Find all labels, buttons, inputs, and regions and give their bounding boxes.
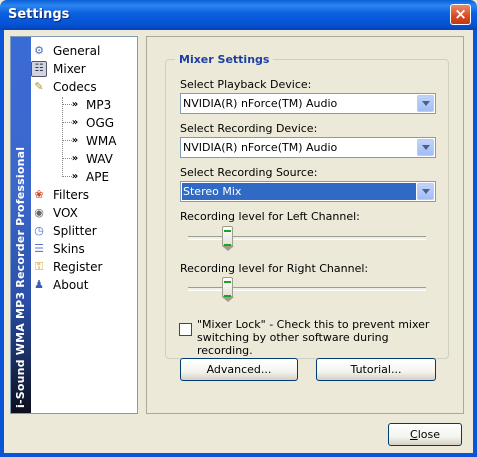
sidebar-item-filters[interactable]: ❀ Filters xyxy=(31,186,89,203)
group-title: Mixer Settings xyxy=(175,53,274,66)
advanced-button[interactable]: Advanced... xyxy=(180,358,298,381)
recording-source-select[interactable]: Stereo Mix xyxy=(180,181,436,202)
arrow-right-icon: » xyxy=(71,117,79,128)
tutorial-button[interactable]: Tutorial... xyxy=(316,358,436,381)
sidebar-item-label: OGG xyxy=(86,115,115,130)
right-channel-slider-thumb[interactable] xyxy=(222,277,234,297)
sidebar-item-ape[interactable]: » APE xyxy=(68,168,109,185)
sidebar-item-label: Mixer xyxy=(53,61,86,76)
chevron-down-icon[interactable] xyxy=(417,139,434,156)
sidebar-item-about[interactable]: ♟ About xyxy=(31,276,88,293)
title-bar: Settings × xyxy=(0,0,477,30)
sidebar-item-label: APE xyxy=(86,169,110,184)
slider-thumb-tip xyxy=(221,246,234,251)
sidebar-item-label: WMA xyxy=(86,133,117,148)
slider-thumb-tip xyxy=(221,297,234,302)
sidebar-item-label: Splitter xyxy=(53,223,97,238)
mixer-lock-checkbox[interactable] xyxy=(179,323,192,336)
recording-device-label: Select Recording Device: xyxy=(180,122,318,135)
sidebar-item-codecs[interactable]: ✎ Codecs xyxy=(31,78,97,95)
codecs-icon: ✎ xyxy=(34,80,44,93)
sidebar-item-label: General xyxy=(53,43,101,58)
sidebar-item-label: Register xyxy=(53,259,103,274)
arrow-right-icon: » xyxy=(71,99,79,110)
window-title: Settings xyxy=(8,7,70,22)
sidebar-item-mp3[interactable]: » MP3 xyxy=(68,96,111,113)
window-close-button[interactable]: × xyxy=(450,4,471,25)
product-banner: i-Sound WMA MP3 Recorder Professional xyxy=(11,37,31,413)
window-frame-bottom xyxy=(0,453,477,457)
people-icon: ♟ xyxy=(34,278,44,291)
left-channel-label: Recording level for Left Channel: xyxy=(180,210,360,223)
sidebar-item-wma[interactable]: » WMA xyxy=(68,132,117,149)
recording-device-select[interactable]: NVIDIA(R) nForce(TM) Audio xyxy=(180,137,436,158)
sidebar-item-label: WAV xyxy=(86,151,113,166)
left-channel-slider-thumb[interactable] xyxy=(222,226,234,246)
filters-icon: ❀ xyxy=(34,188,44,201)
sidebar-item-splitter[interactable]: ◷ Splitter xyxy=(31,222,97,239)
mixer-lock-label: "Mixer Lock" - Check this to prevent mix… xyxy=(197,318,430,357)
playback-device-select[interactable]: NVIDIA(R) nForce(TM) Audio xyxy=(180,93,436,114)
window-frame-left xyxy=(0,30,4,457)
sidebar-item-label: Filters xyxy=(53,187,89,202)
recording-source-value: Stereo Mix xyxy=(183,185,242,198)
sidebar-item-vox[interactable]: ◉ VOX xyxy=(31,204,78,221)
close-button[interactable]: Close xyxy=(388,423,462,446)
vox-icon: ◉ xyxy=(34,206,44,219)
window-frame-right xyxy=(473,30,477,457)
sidebar-item-skins[interactable]: ☰ Skins xyxy=(31,240,85,257)
playback-device-label: Select Playback Device: xyxy=(180,78,312,91)
arrow-right-icon: » xyxy=(71,171,79,182)
sidebar-item-register[interactable]: ⚿ Register xyxy=(31,258,103,275)
product-banner-text: i-Sound WMA MP3 Recorder Professional xyxy=(14,146,27,408)
sidebar-item-wav[interactable]: » WAV xyxy=(68,150,113,167)
arrow-right-icon: » xyxy=(71,153,79,164)
skins-icon: ☰ xyxy=(34,242,44,255)
arrow-right-icon: » xyxy=(71,135,79,146)
tree-connector xyxy=(62,97,63,177)
sidebar-item-label: About xyxy=(53,277,89,292)
playback-device-value: NVIDIA(R) nForce(TM) Audio xyxy=(183,97,338,110)
sidebar-item-mixer[interactable]: ☷ Mixer xyxy=(31,60,86,77)
splitter-icon: ◷ xyxy=(34,224,44,237)
right-channel-label: Recording level for Right Channel: xyxy=(180,262,369,275)
recording-source-label: Select Recording Source: xyxy=(180,166,318,179)
sidebar-item-general[interactable]: ⚙ General xyxy=(31,42,100,59)
chevron-down-icon[interactable] xyxy=(417,183,434,200)
sidebar-item-ogg[interactable]: » OGG xyxy=(68,114,114,131)
sidebar-item-label: Skins xyxy=(53,241,85,256)
mixer-icon: ☷ xyxy=(31,60,47,77)
sidebar-item-label: Codecs xyxy=(53,79,97,94)
sidebar-item-label: MP3 xyxy=(86,97,112,112)
recording-device-value: NVIDIA(R) nForce(TM) Audio xyxy=(183,141,338,154)
chevron-down-icon[interactable] xyxy=(417,95,434,112)
key-icon: ⚿ xyxy=(34,259,44,273)
sidebar-item-label: VOX xyxy=(53,205,78,220)
gear-icon: ⚙ xyxy=(34,44,44,57)
